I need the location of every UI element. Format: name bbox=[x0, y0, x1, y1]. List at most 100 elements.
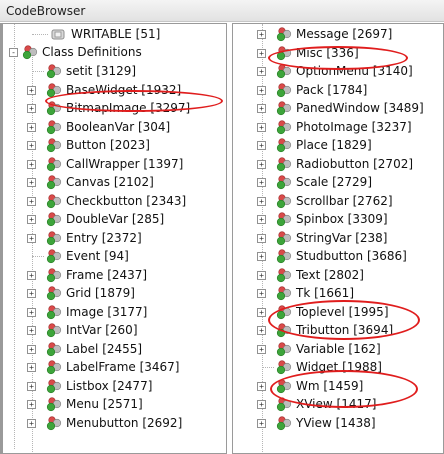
expand-toggle-icon[interactable]: + bbox=[257, 344, 266, 354]
expand-toggle-icon[interactable]: + bbox=[27, 270, 36, 280]
expand-toggle-icon[interactable]: + bbox=[257, 196, 266, 206]
expand-toggle-icon[interactable]: + bbox=[257, 326, 266, 335]
tree-item-text[interactable]: + Text [2802] bbox=[233, 267, 443, 284]
expand-toggle-icon[interactable]: + bbox=[27, 159, 36, 169]
tree-item-toplevel[interactable]: + Toplevel [1995] bbox=[233, 304, 443, 321]
tree-item-event[interactable]: Event [94] bbox=[3, 248, 226, 265]
left-tree-pane[interactable]: WRITABLE [51] - Class Definitions setit [31… bbox=[0, 23, 227, 454]
expand-toggle-icon[interactable]: + bbox=[257, 48, 266, 58]
expand-toggle-icon[interactable]: + bbox=[27, 326, 36, 335]
expand-toggle-icon[interactable]: + bbox=[27, 400, 36, 409]
tree-item-studbutton[interactable]: + Studbutton [3686] bbox=[233, 248, 443, 265]
expand-toggle-icon[interactable]: + bbox=[257, 67, 266, 76]
tree-item-photoimage[interactable]: + PhotoImage [3237] bbox=[233, 119, 443, 136]
expand-toggle-icon[interactable]: + bbox=[257, 215, 266, 224]
tree-item-bitmapimage[interactable]: + BitmapImage [3297] bbox=[3, 100, 226, 117]
expand-toggle-icon[interactable]: + bbox=[257, 159, 266, 169]
tree-item-setit[interactable]: setit [3129] bbox=[3, 63, 226, 80]
expand-toggle-icon[interactable]: + bbox=[257, 85, 266, 95]
expand-toggle-icon[interactable]: + bbox=[257, 252, 266, 261]
class-icon bbox=[45, 304, 63, 320]
tree-item-tk[interactable]: + Tk [1661] bbox=[233, 285, 443, 302]
expand-toggle-icon[interactable]: + bbox=[27, 344, 36, 354]
tree-item-widget[interactable]: Widget [1988] bbox=[233, 359, 443, 376]
expand-toggle-icon[interactable]: + bbox=[27, 104, 36, 113]
tree-item-class-definitions[interactable]: - Class Definitions bbox=[3, 44, 226, 61]
tree-connector bbox=[32, 256, 44, 257]
tree-item-misc[interactable]: + Misc [336] bbox=[233, 45, 443, 62]
expand-toggle-icon[interactable]: + bbox=[257, 381, 266, 391]
tree-item-label: Event [94] bbox=[66, 249, 129, 263]
expand-toggle-icon[interactable]: + bbox=[27, 307, 36, 317]
tree-item-tributton[interactable]: + Tributton [3694] bbox=[233, 322, 443, 339]
tree-item-booleanvar[interactable]: + BooleanVar [304] bbox=[3, 119, 226, 136]
tree-item-doublevar[interactable]: + DoubleVar [285] bbox=[3, 211, 226, 228]
expand-toggle-icon[interactable]: + bbox=[257, 122, 266, 132]
class-icon bbox=[275, 138, 293, 153]
tree-item-entry[interactable]: + Entry [2372] bbox=[3, 230, 226, 247]
expand-toggle-icon[interactable]: + bbox=[257, 233, 266, 243]
tree-item-menu[interactable]: + Menu [2571] bbox=[3, 396, 226, 413]
tree-item-scrollbar[interactable]: + Scrollbar [2762] bbox=[233, 193, 443, 210]
tree-item-label: Text [2802] bbox=[296, 267, 364, 282]
tree-item-grid[interactable]: + Grid [1879] bbox=[3, 285, 226, 302]
tree-item-intvar[interactable]: + IntVar [260] bbox=[3, 322, 226, 339]
expand-toggle-icon[interactable]: + bbox=[27, 85, 36, 95]
expand-toggle-icon[interactable]: + bbox=[257, 270, 266, 280]
tree-item-xview[interactable]: + XView [1417] bbox=[233, 396, 443, 413]
expand-toggle-icon[interactable]: + bbox=[27, 418, 36, 428]
tree-item-label: DoubleVar [285] bbox=[66, 212, 165, 226]
tree-item-radiobutton[interactable]: + Radiobutton [2702] bbox=[233, 156, 443, 173]
tree-item-message[interactable]: + Message [2697] bbox=[233, 26, 443, 43]
expand-toggle-icon[interactable]: + bbox=[257, 418, 266, 428]
expand-toggle-icon[interactable]: + bbox=[27, 178, 36, 187]
expand-toggle-icon[interactable]: + bbox=[257, 307, 266, 317]
tree-item-label[interactable]: + Label [2455] bbox=[3, 341, 226, 358]
class-icon bbox=[275, 415, 293, 431]
tree-item-label: Menu [2571] bbox=[66, 397, 143, 411]
expand-toggle-icon[interactable]: + bbox=[27, 141, 36, 150]
tree-item-stringvar[interactable]: + StringVar [238] bbox=[233, 230, 443, 247]
tree-item-label: BaseWidget [1932] bbox=[66, 82, 182, 97]
collapse-toggle-icon[interactable]: - bbox=[9, 48, 18, 57]
tree-item-panedwindow[interactable]: + PanedWindow [3489] bbox=[233, 100, 443, 117]
tree-item-label: Listbox [2477] bbox=[66, 378, 153, 393]
class-icon bbox=[45, 119, 63, 135]
tree-item-scale[interactable]: + Scale [2729] bbox=[233, 174, 443, 191]
expand-toggle-icon[interactable]: + bbox=[257, 178, 266, 187]
tree-item-pack[interactable]: + Pack [1784] bbox=[233, 82, 443, 99]
expand-toggle-icon[interactable]: + bbox=[257, 141, 266, 150]
tree-item-checkbutton[interactable]: + Checkbutton [2343] bbox=[3, 193, 226, 210]
expand-toggle-icon[interactable]: + bbox=[27, 381, 36, 391]
tree-item-listbox[interactable]: + Listbox [2477] bbox=[3, 378, 226, 395]
tree-item-button[interactable]: + Button [2023] bbox=[3, 137, 226, 154]
expand-toggle-icon[interactable]: + bbox=[257, 104, 266, 113]
expand-toggle-icon[interactable]: + bbox=[27, 363, 36, 372]
tree-item-writable[interactable]: WRITABLE [51] bbox=[3, 26, 226, 43]
expand-toggle-icon[interactable]: + bbox=[27, 215, 36, 224]
tree-item-labelframe[interactable]: + LabelFrame [3467] bbox=[3, 359, 226, 376]
tree-item-image[interactable]: + Image [3177] bbox=[3, 304, 226, 321]
expand-toggle-icon[interactable]: + bbox=[27, 233, 36, 243]
tree-item-variable[interactable]: + Variable [162] bbox=[233, 341, 443, 358]
tree-item-canvas[interactable]: + Canvas [2102] bbox=[3, 174, 226, 191]
expand-toggle-icon[interactable]: + bbox=[27, 289, 36, 298]
class-icon bbox=[45, 378, 63, 394]
tree-item-menubutton[interactable]: + Menubutton [2692] bbox=[3, 415, 226, 432]
tree-item-spinbox[interactable]: + Spinbox [3309] bbox=[233, 211, 443, 228]
tree-item-wm[interactable]: + Wm [1459] bbox=[233, 378, 443, 395]
expand-toggle-icon[interactable]: + bbox=[257, 400, 266, 409]
class-icon bbox=[45, 415, 63, 431]
expand-toggle-icon[interactable]: + bbox=[257, 289, 266, 298]
tree-item-frame[interactable]: + Frame [2437] bbox=[3, 267, 226, 284]
expand-toggle-icon[interactable]: + bbox=[27, 196, 36, 206]
tree-item-optionmenu[interactable]: + OptionMenu [3140] bbox=[233, 63, 443, 80]
right-tree-pane[interactable]: + Message [2697] + Misc [336] + OptionMenu [3… bbox=[232, 23, 444, 454]
tree-item-place[interactable]: + Place [1829] bbox=[233, 137, 443, 154]
expand-toggle-icon[interactable]: + bbox=[27, 122, 36, 132]
tree-item-label: Studbutton [3686] bbox=[296, 249, 407, 263]
tree-item-yview[interactable]: + YView [1438] bbox=[233, 415, 443, 432]
expand-toggle-icon[interactable]: + bbox=[257, 30, 266, 39]
tree-item-basewidget[interactable]: + BaseWidget [1932] bbox=[3, 82, 226, 99]
tree-item-callwrapper[interactable]: + CallWrapper [1397] bbox=[3, 156, 226, 173]
